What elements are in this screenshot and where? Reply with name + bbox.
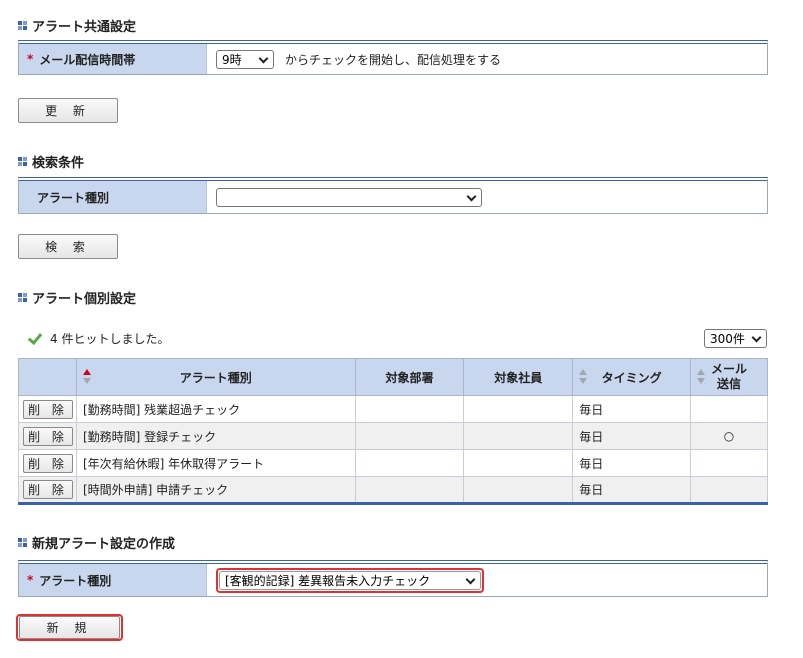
alert-table: アラート種別 対象部署 対象社員 タイミング メール 送信 削 除 [勤務時間] … [18, 358, 768, 505]
section-title-create: 新規アラート設定の作成 [18, 533, 175, 552]
section-title-individual: アラート個別設定 [18, 288, 136, 307]
cell-employee [463, 395, 574, 423]
chevron-down-icon [752, 334, 761, 343]
individual-title: アラート個別設定 [32, 292, 137, 307]
hour-select[interactable]: 9時 [216, 49, 274, 69]
cell-dept [354, 476, 465, 504]
cell-mail [690, 395, 768, 423]
common-title: アラート共通設定 [32, 20, 137, 35]
new-button[interactable]: 新 規 [19, 616, 120, 639]
cell-alert-type: [勤務時間] 登録チェック [75, 422, 356, 450]
delete-button[interactable]: 削 除 [23, 399, 73, 419]
update-button[interactable]: 更 新 [18, 98, 118, 123]
create-alert-type-label: * アラート種別 [19, 564, 207, 596]
required-mark: * [27, 573, 34, 587]
mail-time-note: からチェックを開始し、配信処理をする [285, 52, 502, 67]
sort-icon [82, 369, 91, 385]
create-box: * アラート種別 [客観的記録] 差異報告未入力チェック [18, 560, 768, 597]
per-page-select[interactable]: 300件 [704, 329, 767, 348]
search-title: 検索条件 [32, 156, 85, 171]
section-square-icon [18, 156, 28, 167]
required-mark: * [27, 52, 34, 66]
cell-alert-type: [年次有給休暇] 年休取得アラート [75, 449, 356, 477]
cell-employee [463, 476, 574, 504]
cell-timing: 毎日 [572, 449, 692, 477]
col-employee: 対象社員 [463, 358, 574, 396]
cell-alert-type: [勤務時間] 残業超過チェック [75, 395, 356, 423]
delete-button[interactable]: 削 除 [23, 453, 73, 473]
check-icon [28, 334, 42, 344]
sort-icon [697, 369, 706, 385]
chevron-down-icon [466, 576, 475, 585]
cell-employee [463, 422, 574, 450]
section-square-icon [18, 292, 28, 303]
create-title: 新規アラート設定の作成 [32, 537, 176, 552]
table-row: 削 除 [年次有給休暇] 年休取得アラート 毎日 [18, 449, 768, 477]
cell-mail [690, 449, 768, 477]
cell-mail: ○ [690, 422, 768, 450]
cell-timing: 毎日 [572, 395, 692, 423]
section-title-common: アラート共通設定 [18, 16, 136, 35]
cell-dept [354, 395, 465, 423]
cell-dept [354, 449, 465, 477]
cell-dept [354, 422, 465, 450]
chevron-down-icon [467, 193, 476, 202]
col-alert-type[interactable]: アラート種別 [75, 358, 356, 396]
cell-mail [690, 476, 768, 504]
mail-time-label: * メール配信時間帯 [19, 44, 207, 74]
search-box: アラート種別 [18, 177, 768, 214]
col-action [18, 358, 77, 396]
section-title-search: 検索条件 [18, 152, 84, 171]
delete-button[interactable]: 削 除 [23, 480, 73, 499]
table-row: 削 除 [時間外申請] 申請チェック 毎日 [18, 476, 768, 504]
cell-alert-type: [時間外申請] 申請チェック [75, 476, 356, 504]
create-alert-type-select[interactable]: [客観的記録] 差異報告未入力チェック [219, 570, 481, 590]
sort-icon [579, 369, 588, 385]
hit-count: 4 件ヒットしました。 [28, 330, 169, 347]
cell-employee [463, 449, 574, 477]
cell-timing: 毎日 [572, 476, 692, 504]
section-square-icon [18, 20, 28, 31]
cell-timing: 毎日 [572, 422, 692, 450]
table-row: 削 除 [勤務時間] 残業超過チェック 毎日 [18, 395, 768, 423]
table-row: 削 除 [勤務時間] 登録チェック 毎日 ○ [18, 422, 768, 450]
col-dept: 対象部署 [354, 358, 465, 396]
section-square-icon [18, 537, 28, 548]
common-settings-box: * メール配信時間帯 9時 からチェックを開始し、配信処理をする [18, 40, 768, 75]
col-timing[interactable]: タイミング [572, 358, 692, 396]
search-alert-type-select[interactable] [216, 187, 482, 207]
chevron-down-icon [259, 55, 268, 64]
create-select-highlight: [客観的記録] 差異報告未入力チェック [216, 567, 484, 593]
search-button[interactable]: 検 索 [18, 234, 118, 259]
col-mail[interactable]: メール 送信 [690, 358, 768, 396]
delete-button[interactable]: 削 除 [23, 426, 73, 446]
search-alert-type-label: アラート種別 [19, 181, 207, 213]
